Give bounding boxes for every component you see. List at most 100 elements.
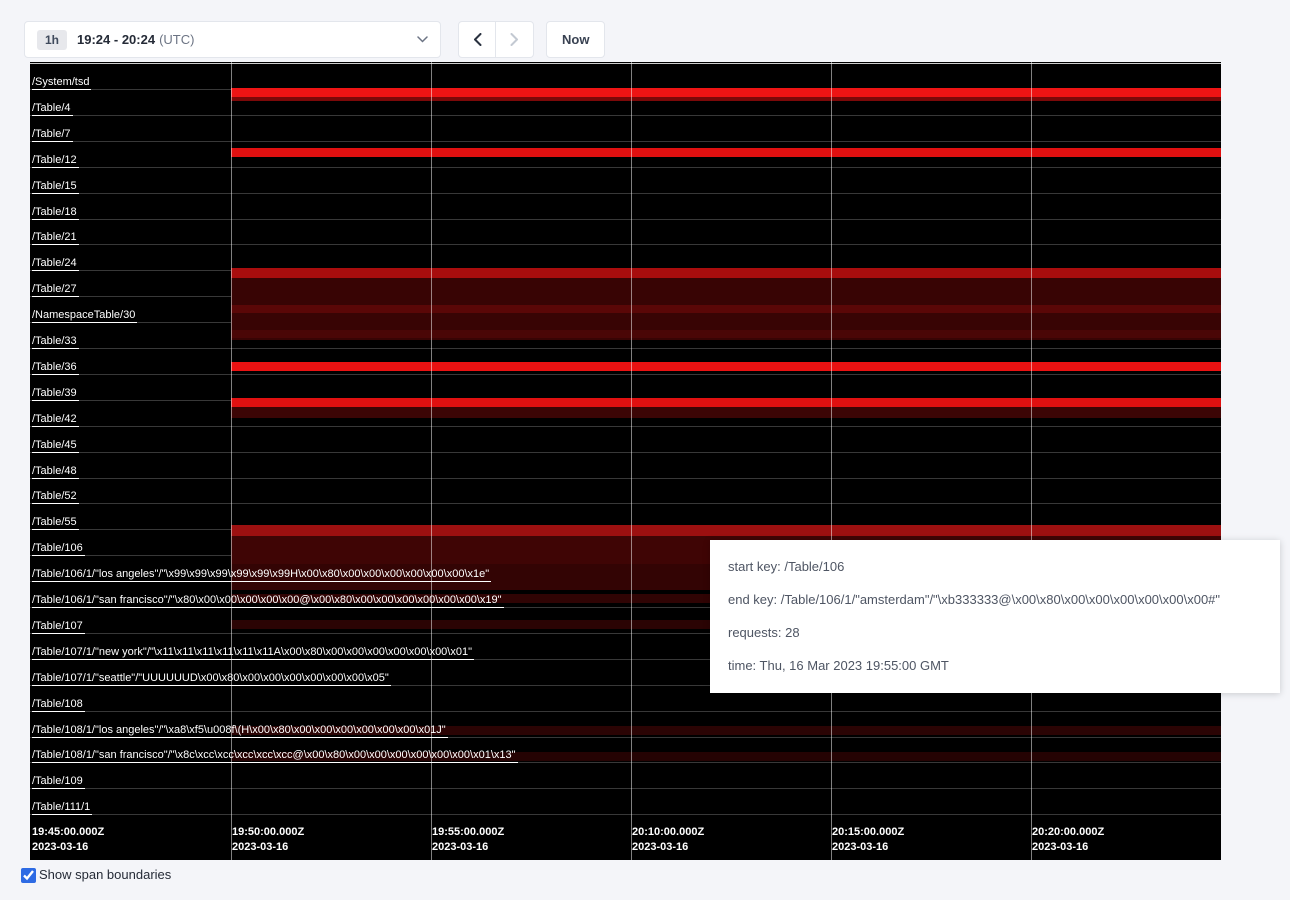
row-label: /Table/108/1/"los angeles"/"\xa8\xf5\u00… — [32, 724, 448, 738]
span-boundary-line — [30, 63, 1221, 64]
span-boundary-line — [30, 503, 1221, 504]
x-axis-date: 2023-03-16 — [1032, 840, 1104, 855]
x-axis-label: 19:50:00.000Z2023-03-16 — [232, 825, 304, 855]
row-label: /Table/107/1/"new york"/"\x11\x11\x11\x1… — [32, 646, 474, 660]
row-label: /Table/109 — [32, 775, 85, 789]
span-boundary-line — [30, 711, 1221, 712]
row-label: /Table/42 — [32, 413, 79, 427]
show-span-boundaries-checkbox[interactable] — [21, 868, 36, 883]
row-label: /Table/18 — [32, 206, 79, 220]
span-boundary-line — [30, 193, 1221, 194]
span-boundary-line — [30, 167, 1221, 168]
row-label: /Table/108 — [32, 698, 85, 712]
time-gridline — [231, 62, 232, 860]
time-gridline — [631, 62, 632, 860]
time-preset-badge: 1h — [37, 30, 67, 50]
time-range-value: 19:24 - 20:24 — [77, 32, 155, 47]
row-label: /Table/15 — [32, 180, 79, 194]
row-label: /Table/33 — [32, 335, 79, 349]
span-boundary-line — [30, 374, 1221, 375]
row-label: /Table/106 — [32, 542, 85, 556]
row-label: /Table/52 — [32, 490, 79, 504]
x-axis-label: 20:15:00.000Z2023-03-16 — [832, 825, 904, 855]
show-span-boundaries-control: Show span boundaries — [21, 867, 171, 883]
chevron-right-icon — [510, 33, 519, 46]
x-axis-time: 20:10:00.000Z — [632, 825, 704, 840]
x-axis-date: 2023-03-16 — [32, 840, 104, 855]
tooltip-start-key: start key: /Table/106 — [728, 559, 1262, 575]
x-axis-time: 20:20:00.000Z — [1032, 825, 1104, 840]
row-label: /Table/24 — [32, 257, 79, 271]
span-boundary-line — [30, 426, 1221, 427]
row-label: /Table/4 — [32, 102, 73, 116]
heat-band — [231, 398, 1221, 407]
row-label: /Table/55 — [32, 516, 79, 530]
row-label: /Table/27 — [32, 283, 79, 297]
span-boundary-line — [30, 814, 1221, 815]
time-range-timezone: (UTC) — [159, 32, 194, 47]
row-label: /Table/111/1 — [32, 801, 92, 815]
show-span-boundaries-label: Show span boundaries — [39, 867, 171, 882]
time-gridline — [1031, 62, 1032, 860]
next-range-button[interactable] — [496, 21, 534, 58]
heat-band — [231, 305, 1221, 313]
tooltip-end-key: end key: /Table/106/1/"amsterdam"/"\xb33… — [728, 592, 1262, 608]
chevron-down-icon — [417, 36, 428, 43]
time-gridline — [831, 62, 832, 860]
time-range-selector[interactable]: 1h 19:24 - 20:24 (UTC) — [24, 21, 441, 58]
row-label: /Table/39 — [32, 387, 79, 401]
chevron-left-icon — [473, 33, 482, 46]
row-label: /NamespaceTable/30 — [32, 309, 137, 323]
row-label: /Table/36 — [32, 361, 79, 375]
row-label: /Table/106/1/"los angeles"/"\x99\x99\x99… — [32, 568, 491, 582]
prev-range-button[interactable] — [458, 21, 496, 58]
x-axis-time: 19:45:00.000Z — [32, 825, 104, 840]
time-nav-group — [458, 21, 534, 58]
key-visualizer-canvas[interactable]: /System/tsd/Table/4/Table/7/Table/12/Tab… — [30, 62, 1221, 860]
heat-band — [231, 330, 1221, 338]
x-axis-date: 2023-03-16 — [432, 840, 504, 855]
x-axis-time: 20:15:00.000Z — [832, 825, 904, 840]
toolbar: 1h 19:24 - 20:24 (UTC) Now — [24, 21, 605, 58]
heat-band — [231, 97, 1221, 101]
row-label: /Table/12 — [32, 154, 79, 168]
x-axis-label: 19:45:00.000Z2023-03-16 — [32, 825, 104, 855]
heat-band — [231, 268, 1221, 278]
row-label: /Table/107 — [32, 620, 85, 634]
row-label: /Table/7 — [32, 128, 73, 142]
span-boundary-line — [30, 788, 1221, 789]
time-gridline — [431, 62, 432, 860]
tooltip-time: time: Thu, 16 Mar 2023 19:55:00 GMT — [728, 658, 1262, 674]
row-label: /Table/108/1/"san francisco"/"\x8c\xcc\x… — [32, 749, 518, 763]
x-axis-date: 2023-03-16 — [832, 840, 904, 855]
x-axis-label: 20:20:00.000Z2023-03-16 — [1032, 825, 1104, 855]
span-boundary-line — [30, 219, 1221, 220]
heat-band — [231, 88, 1221, 97]
row-label: /Table/45 — [32, 439, 79, 453]
x-axis-time: 19:50:00.000Z — [232, 825, 304, 840]
hover-tooltip: start key: /Table/106 end key: /Table/10… — [710, 540, 1280, 693]
heat-band — [231, 148, 1221, 157]
x-axis-time: 19:55:00.000Z — [432, 825, 504, 840]
row-label: /System/tsd — [32, 76, 91, 90]
span-boundary-line — [30, 478, 1221, 479]
heat-band — [231, 525, 1221, 536]
x-axis-label: 20:10:00.000Z2023-03-16 — [632, 825, 704, 855]
now-button[interactable]: Now — [546, 21, 605, 58]
span-boundary-line — [30, 244, 1221, 245]
span-boundary-line — [30, 115, 1221, 116]
row-label: /Table/106/1/"san francisco"/"\x80\x00\x… — [32, 594, 504, 608]
row-label: /Table/21 — [32, 231, 79, 245]
x-axis-label: 19:55:00.000Z2023-03-16 — [432, 825, 504, 855]
x-axis-date: 2023-03-16 — [632, 840, 704, 855]
heat-band — [231, 407, 1221, 418]
row-label: /Table/48 — [32, 465, 79, 479]
tooltip-requests: requests: 28 — [728, 625, 1262, 641]
row-label: /Table/107/1/"seattle"/"UUUUUUD\x00\x80\… — [32, 672, 391, 686]
time-range-text: 19:24 - 20:24 (UTC) — [77, 31, 194, 49]
heat-band — [231, 362, 1221, 371]
x-axis-date: 2023-03-16 — [232, 840, 304, 855]
span-boundary-line — [30, 348, 1221, 349]
span-boundary-line — [30, 141, 1221, 142]
span-boundary-line — [30, 452, 1221, 453]
